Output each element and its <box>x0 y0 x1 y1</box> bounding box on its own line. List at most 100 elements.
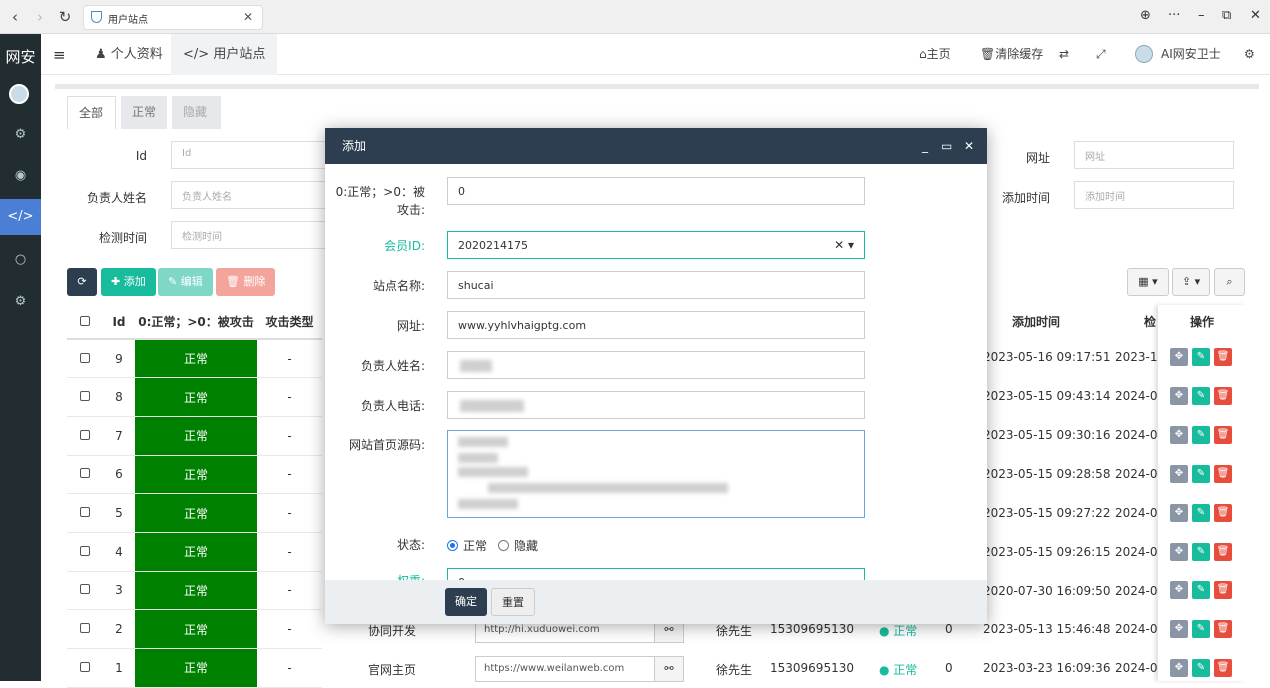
user-circle-icon[interactable]: ◉ <box>0 158 41 194</box>
reload-icon[interactable]: ↻ <box>56 8 74 26</box>
edit-icon[interactable]: ✎ <box>1192 387 1210 405</box>
member-id-select[interactable]: 2020214175 ✕ ▾ <box>447 231 865 259</box>
table-row[interactable]: 2 正常 - <box>67 609 322 649</box>
add-button[interactable]: ✚ 添加 <box>101 268 156 296</box>
close-window-icon[interactable]: ✕ <box>1250 8 1261 23</box>
avatar[interactable] <box>9 84 29 104</box>
minimize-icon[interactable]: _ <box>922 128 928 164</box>
link-icon[interactable]: ⚯ <box>654 656 684 682</box>
tab-normal[interactable]: 正常 <box>121 96 167 129</box>
row-checkbox[interactable] <box>67 377 103 417</box>
back-icon[interactable]: ‹ <box>6 8 24 26</box>
table-row[interactable]: 7 正常 - <box>67 416 322 456</box>
edit-button[interactable]: ✎ 编辑 <box>158 268 213 296</box>
restore-icon[interactable]: ⧉ <box>1222 8 1231 23</box>
edit-icon[interactable]: ✎ <box>1192 543 1210 561</box>
translate-icon[interactable]: ⇄ <box>1059 34 1069 75</box>
minimize-icon[interactable]: – <box>1198 8 1205 23</box>
select-all-checkbox[interactable] <box>67 305 103 340</box>
edit-icon[interactable]: ✎ <box>1192 620 1210 638</box>
globe-icon[interactable]: ⊕ <box>1140 8 1151 23</box>
delete-icon[interactable]: 🗑 <box>1214 465 1232 483</box>
drag-icon[interactable]: ✥ <box>1170 387 1188 405</box>
forward-icon[interactable]: › <box>31 8 49 26</box>
site-name-input[interactable]: shucai <box>447 271 865 299</box>
edit-icon[interactable]: ✎ <box>1192 581 1210 599</box>
table-row[interactable]: 5 正常 - <box>67 493 322 533</box>
table-row[interactable]: 9 正常 - <box>67 339 322 379</box>
export-dropdown[interactable]: ⇪ ▾ <box>1172 268 1210 296</box>
delete-icon[interactable]: 🗑 <box>1214 581 1232 599</box>
gears-icon[interactable]: ⚙ <box>0 284 41 320</box>
user-menu[interactable]: AI网安卫士 <box>1135 34 1221 75</box>
url-input[interactable]: www.yyhlvhaigptg.com <box>447 311 865 339</box>
reset-button[interactable]: 重置 <box>491 588 535 616</box>
edit-icon[interactable]: ✎ <box>1192 426 1210 444</box>
owner-phone-input[interactable] <box>447 391 865 419</box>
check-time-filter-input[interactable]: 检测时间 <box>171 221 331 249</box>
row-checkbox[interactable] <box>67 455 103 495</box>
row-checkbox[interactable] <box>67 609 103 649</box>
state-radio-hidden[interactable]: 隐藏 <box>498 537 538 554</box>
row-checkbox[interactable] <box>67 648 103 688</box>
edit-icon[interactable]: ✎ <box>1192 348 1210 366</box>
delete-icon[interactable]: 🗑 <box>1214 426 1232 444</box>
col-check-time[interactable]: 检 <box>1144 305 1156 339</box>
edit-icon[interactable]: ✎ <box>1192 465 1210 483</box>
delete-icon[interactable]: 🗑 <box>1214 543 1232 561</box>
drag-icon[interactable]: ✥ <box>1170 348 1188 366</box>
col-id[interactable]: Id <box>103 305 135 340</box>
table-row[interactable]: 8 正常 - <box>67 377 322 417</box>
row-checkbox[interactable] <box>67 532 103 572</box>
col-attack-type[interactable]: 攻击类型 <box>257 305 322 340</box>
id-filter-input[interactable]: Id <box>171 141 331 169</box>
drag-icon[interactable]: ✥ <box>1170 620 1188 638</box>
drag-icon[interactable]: ✥ <box>1170 543 1188 561</box>
row-checkbox[interactable] <box>67 416 103 456</box>
menu-icon[interactable]: ≡ <box>53 46 66 64</box>
addtime-filter-input[interactable]: 添加时间 <box>1074 181 1234 209</box>
delete-icon[interactable]: 🗑 <box>1214 620 1232 638</box>
state-radio-normal[interactable]: 正常 <box>447 537 487 554</box>
tab-user-sites[interactable]: </> 用户站点 <box>171 34 278 75</box>
home-link[interactable]: ⌂主页 <box>919 34 951 75</box>
col-status[interactable]: 0:正常；>0：被攻击 <box>135 305 257 340</box>
delete-icon[interactable]: 🗑 <box>1214 387 1232 405</box>
refresh-button[interactable]: ⟳ <box>67 268 97 296</box>
search-button[interactable]: ⌕ <box>1214 268 1245 296</box>
homepage-source-textarea[interactable] <box>447 430 865 518</box>
drag-icon[interactable]: ✥ <box>1170 581 1188 599</box>
confirm-button[interactable]: 确定 <box>445 588 487 616</box>
close-tab-icon[interactable]: ✕ <box>243 10 253 24</box>
delete-icon[interactable]: 🗑 <box>1214 504 1232 522</box>
row-checkbox[interactable] <box>67 493 103 533</box>
close-icon[interactable]: ✕ <box>964 128 974 164</box>
clear-chevron-icon[interactable]: ✕ ▾ <box>834 238 854 252</box>
table-row[interactable]: 1 正常 - <box>67 648 322 688</box>
weigh-input[interactable]: 0 <box>447 568 865 580</box>
circle-icon[interactable]: ○ <box>0 242 41 278</box>
attack-status-input[interactable]: 0 <box>447 177 865 205</box>
drag-icon[interactable]: ✥ <box>1170 504 1188 522</box>
delete-icon[interactable]: 🗑 <box>1214 348 1232 366</box>
delete-icon[interactable]: 🗑 <box>1214 659 1232 677</box>
drag-icon[interactable]: ✥ <box>1170 465 1188 483</box>
row-checkbox[interactable] <box>67 571 103 611</box>
col-add-time[interactable]: 添加时间 <box>1012 305 1060 339</box>
clear-cache-link[interactable]: 🗑清除缓存 <box>980 34 1043 75</box>
maximize-icon[interactable]: ▭ <box>941 128 952 164</box>
edit-icon[interactable]: ✎ <box>1192 504 1210 522</box>
table-row[interactable]: 4 正常 - <box>67 532 322 572</box>
owner-filter-input[interactable]: 负责人姓名 <box>171 181 331 209</box>
browser-tab[interactable]: 用户站点 ✕ <box>83 5 263 30</box>
url-filter-input[interactable]: 网址 <box>1074 141 1234 169</box>
table-row[interactable]: 6 正常 - <box>67 455 322 495</box>
tab-profile[interactable]: ♟ 个人资料 <box>83 34 175 75</box>
table-row[interactable]: 3 正常 - <box>67 571 322 611</box>
edit-icon[interactable]: ✎ <box>1192 659 1210 677</box>
fullscreen-icon[interactable]: ⤢ <box>1096 34 1106 75</box>
gears-icon[interactable]: ⚙ <box>0 117 41 153</box>
row-checkbox[interactable] <box>67 339 103 379</box>
owner-name-input[interactable] <box>447 351 865 379</box>
tab-all[interactable]: 全部 <box>67 96 116 129</box>
